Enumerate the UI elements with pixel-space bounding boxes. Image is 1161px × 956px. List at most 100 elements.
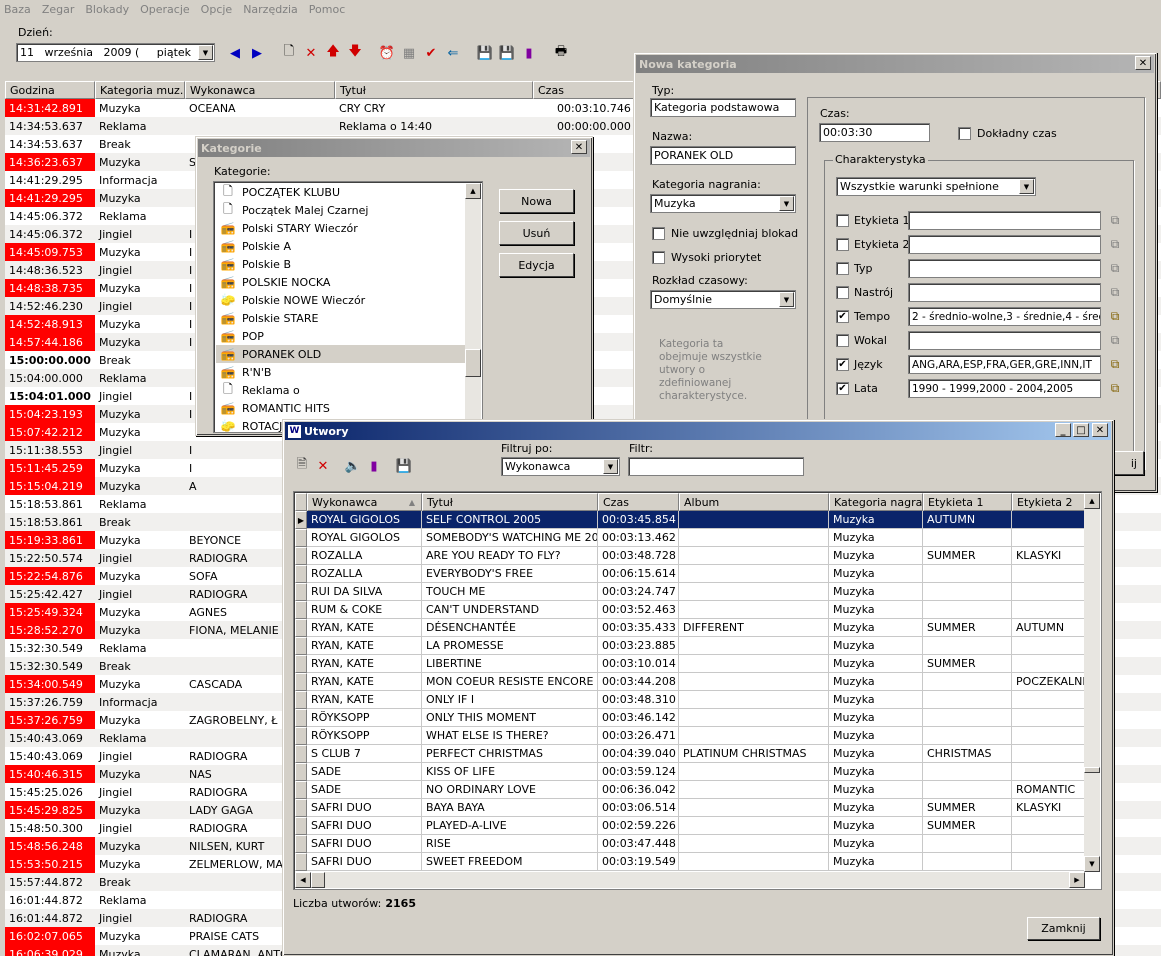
menu-item[interactable]: Opcje bbox=[201, 3, 233, 16]
track-row[interactable]: ROZALLA EVERYBODY'S FREE 00:06:15.614 Muzyk… bbox=[295, 565, 1086, 583]
kategoria-item[interactable]: 📻 Polskie A bbox=[216, 237, 466, 255]
kategoria-item[interactable]: 📻 R'N'B bbox=[216, 363, 466, 381]
col-header-wykonawca[interactable]: Wykonawca ▲ bbox=[307, 493, 422, 511]
track-row[interactable]: RYAN, KATE LA PROMESSE 00:03:23.885 Muzyka bbox=[295, 637, 1086, 655]
save-icon[interactable]: 💾 bbox=[476, 44, 494, 62]
minimize-icon[interactable]: _ bbox=[1055, 423, 1071, 437]
char-field-checkbox[interactable]: ✔ Tempo bbox=[836, 310, 890, 323]
save-as-icon[interactable]: 💾 bbox=[498, 44, 516, 62]
row-indicator[interactable] bbox=[295, 691, 307, 709]
check-icon[interactable]: ✔ bbox=[422, 44, 440, 62]
scroll-thumb[interactable] bbox=[1084, 767, 1100, 773]
high-priority-checkbox[interactable]: Wysoki priorytet bbox=[652, 251, 761, 264]
move-down-icon[interactable]: 🡇 bbox=[346, 44, 364, 62]
char-field-value[interactable] bbox=[908, 259, 1101, 278]
track-row[interactable]: ▶ ROYAL GIGOLOS SELF CONTROL 2005 00:03:45.… bbox=[295, 511, 1086, 529]
menu-item[interactable]: Baza bbox=[4, 3, 31, 16]
row-indicator[interactable] bbox=[295, 727, 307, 745]
track-row[interactable]: SADE KISS OF LIFE 00:03:59.124 Muzyka bbox=[295, 763, 1086, 781]
arrow-right-icon[interactable]: ▶ bbox=[248, 44, 266, 62]
properties-icon[interactable]: 🗎 bbox=[293, 457, 311, 475]
utwory-vscrollbar[interactable]: ▲ ▼ bbox=[1084, 493, 1100, 872]
col-header-godzina[interactable]: Godzina bbox=[5, 81, 95, 99]
close-icon[interactable]: ✕ bbox=[1135, 56, 1151, 70]
menu-item[interactable]: Blokady bbox=[85, 3, 129, 16]
char-field-checkbox[interactable]: Etykieta 2 bbox=[836, 238, 910, 251]
utwory-titlebar[interactable]: W Utwory bbox=[285, 422, 1111, 440]
print-icon[interactable]: 🖶 bbox=[552, 44, 570, 62]
col-header-kategoria[interactable]: Kategoria muz... bbox=[95, 81, 185, 99]
char-field-checkbox[interactable]: ✔ Język bbox=[836, 358, 883, 371]
delete-icon[interactable]: ✕ bbox=[302, 44, 320, 62]
kategoria-item[interactable]: 📻 ROMANTIC HITS bbox=[216, 399, 466, 417]
col-header-tytul[interactable]: Tytuł bbox=[422, 493, 598, 511]
col-header-etykieta1[interactable]: Etykieta 1 bbox=[923, 493, 1012, 511]
scroll-right-icon[interactable]: ▶ bbox=[1069, 872, 1085, 888]
checkbox-box[interactable] bbox=[836, 238, 849, 251]
chevron-down-icon[interactable]: ▼ bbox=[779, 292, 794, 307]
checkbox-box[interactable] bbox=[836, 214, 849, 227]
edit-values-icon[interactable]: ⧉ bbox=[1105, 259, 1125, 277]
kategorie-list[interactable]: 🗋 POCZĄTEK KLUBU 🗋 Początek Malej Czarnej 📻 P… bbox=[213, 181, 483, 433]
menu-item[interactable]: Operacje bbox=[140, 3, 190, 16]
scroll-thumb[interactable] bbox=[465, 349, 481, 377]
track-row[interactable]: RÖYKSOPP ONLY THIS MOMENT 00:03:46.142 Muzy… bbox=[295, 709, 1086, 727]
filter-input[interactable] bbox=[628, 457, 804, 476]
grid-icon[interactable]: ▦ bbox=[400, 44, 418, 62]
kategoria-item[interactable]: 📻 Polskie STARE bbox=[216, 309, 466, 327]
close-icon[interactable]: ✕ bbox=[571, 140, 587, 154]
conditions-select[interactable]: Wszystkie warunki spełnione ▼ bbox=[836, 177, 1036, 196]
row-indicator[interactable] bbox=[295, 799, 307, 817]
char-field-checkbox[interactable]: Wokal bbox=[836, 334, 887, 347]
char-field-value[interactable] bbox=[908, 211, 1101, 230]
menu-item[interactable]: Narzędzia bbox=[243, 3, 298, 16]
char-field-value[interactable]: ANG,ARA,ESP,FRA,GER,GRE,INN,IT bbox=[908, 355, 1101, 374]
track-row[interactable]: ROYAL GIGOLOS SOMEBODY'S WATCHING ME 200 0… bbox=[295, 529, 1086, 547]
char-field-value[interactable] bbox=[908, 235, 1101, 254]
track-row[interactable]: RYAN, KATE MON COEUR RESISTE ENCORE 00:03:… bbox=[295, 673, 1086, 691]
track-row[interactable]: RUM & COKE CAN'T UNDERSTAND 00:03:52.463 Mu… bbox=[295, 601, 1086, 619]
row-indicator[interactable] bbox=[295, 817, 307, 835]
hscroll-thumb[interactable] bbox=[311, 872, 325, 888]
kategoria-nagrania-select[interactable]: Muzyka ▼ bbox=[650, 194, 796, 213]
filter-by-select[interactable]: Wykonawca ▼ bbox=[501, 457, 620, 476]
char-field-value[interactable]: 1990 - 1999,2000 - 2004,2005 bbox=[908, 379, 1101, 398]
kategoria-item[interactable]: 🗋 Początek Malej Czarnej bbox=[216, 201, 466, 219]
move-up-icon[interactable]: 🡅 bbox=[324, 44, 342, 62]
kategoria-item[interactable]: 📻 POP bbox=[216, 327, 466, 345]
row-indicator[interactable] bbox=[295, 565, 307, 583]
track-row[interactable]: SAFRI DUO RISE 00:03:47.448 Muzyka bbox=[295, 835, 1086, 853]
checkbox-box[interactable] bbox=[652, 251, 665, 264]
track-row[interactable]: RÖYKSOPP WHAT ELSE IS THERE? 00:03:26.471 M… bbox=[295, 727, 1086, 745]
new-category-button[interactable]: Nowa bbox=[499, 189, 574, 213]
kategoria-item[interactable]: 🧽 Polskie NOWE Wieczór bbox=[216, 291, 466, 309]
row-indicator[interactable]: ▶ bbox=[295, 511, 307, 529]
track-row[interactable]: SAFRI DUO SWEET FREEDOM 00:03:19.549 Muzyka bbox=[295, 853, 1086, 871]
row-indicator[interactable] bbox=[295, 763, 307, 781]
chevron-down-icon[interactable]: ▼ bbox=[198, 45, 213, 60]
checkbox-box[interactable]: ✔ bbox=[836, 382, 849, 395]
edit-category-button[interactable]: Edycja bbox=[499, 253, 574, 277]
track-row[interactable]: RUI DA SILVA TOUCH ME 00:03:24.747 Muzyka bbox=[295, 583, 1086, 601]
kategoria-item[interactable]: 🗋 POCZĄTEK KLUBU bbox=[216, 183, 466, 201]
track-row[interactable]: SAFRI DUO PLAYED-A-LIVE 00:02:59.226 Muzyka… bbox=[295, 817, 1086, 835]
kategoria-item[interactable]: 📻 Polskie B bbox=[216, 255, 466, 273]
col-header-album[interactable]: Album bbox=[679, 493, 829, 511]
row-indicator[interactable] bbox=[295, 655, 307, 673]
char-field-checkbox[interactable]: ✔ Lata bbox=[836, 382, 878, 395]
row-indicator[interactable] bbox=[295, 673, 307, 691]
close-button[interactable]: Zamknij bbox=[1027, 917, 1100, 940]
row-indicator[interactable] bbox=[295, 547, 307, 565]
char-field-checkbox[interactable]: Etykieta 1 bbox=[836, 214, 910, 227]
rozklad-select[interactable]: Domyślnie ▼ bbox=[650, 290, 796, 309]
row-indicator[interactable] bbox=[295, 781, 307, 799]
exact-time-checkbox[interactable]: Dokładny czas bbox=[958, 127, 1057, 140]
edit-values-icon[interactable]: ⧉ bbox=[1105, 331, 1125, 349]
track-row[interactable]: SAFRI DUO BAYA BAYA 00:03:06.514 Muzyka SUMM… bbox=[295, 799, 1086, 817]
chevron-down-icon[interactable]: ▼ bbox=[779, 196, 794, 211]
checkbox-box[interactable] bbox=[836, 262, 849, 275]
row-indicator[interactable] bbox=[295, 601, 307, 619]
kategoria-item[interactable]: 🗋 Reklama o bbox=[216, 381, 466, 399]
track-row[interactable]: SADE NO ORDINARY LOVE 00:06:36.042 Muzyka RO… bbox=[295, 781, 1086, 799]
row-indicator[interactable] bbox=[295, 529, 307, 547]
